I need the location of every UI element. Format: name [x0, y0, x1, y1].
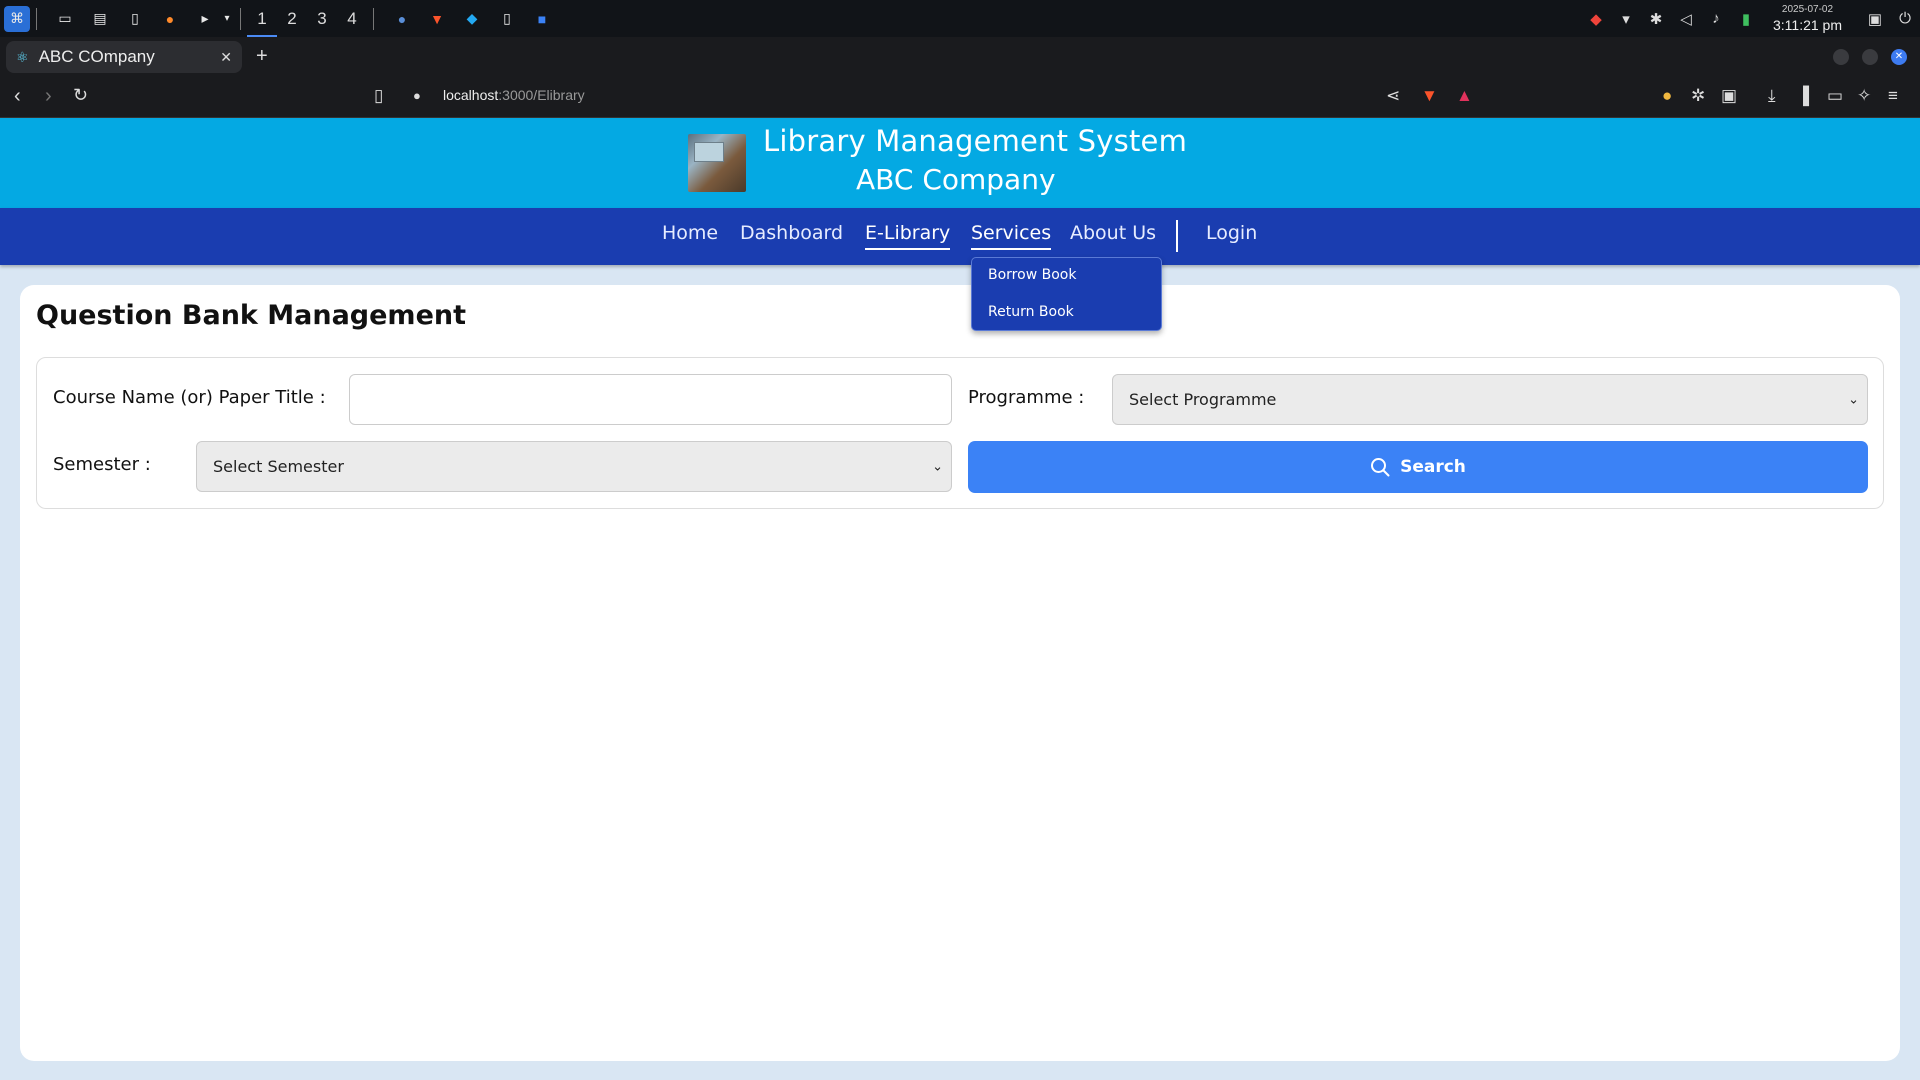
tab-title: ABC COmpany [38, 47, 155, 66]
search-button-label: Search [1400, 457, 1466, 477]
window-app-icon[interactable]: ■ [529, 6, 555, 32]
menu-item-return-book[interactable]: Return Book [988, 304, 1074, 320]
workspace-1[interactable]: 1 [247, 0, 277, 37]
anydesk-icon[interactable]: ◆ [1581, 10, 1611, 28]
volume-muted-icon[interactable]: ◁ [1671, 10, 1701, 28]
file-manager-icon[interactable]: ▤ [87, 6, 113, 32]
close-window-button[interactable]: ✕ [1891, 49, 1907, 65]
search-form: Course Name (or) Paper Title : Programme… [36, 357, 1884, 509]
react-favicon-icon: ⚛ [16, 48, 29, 65]
nav-dashboard[interactable]: Dashboard [740, 222, 843, 248]
url-path: :3000/Elibrary [498, 87, 585, 103]
document-viewer-icon[interactable]: ▯ [122, 6, 148, 32]
terminal-icon[interactable]: ▸ [192, 6, 218, 32]
programme-select[interactable]: Select Programme ⌄ [1112, 374, 1868, 425]
document-viewer-icon[interactable]: ▯ [494, 6, 520, 32]
minimize-window-button[interactable] [1833, 49, 1849, 65]
search-button[interactable]: Search [968, 441, 1868, 493]
share-icon[interactable]: ⋖ [1386, 86, 1400, 106]
wifi-icon[interactable]: ▾ [1611, 10, 1641, 28]
extension-cookie-icon[interactable]: ● [1662, 86, 1672, 106]
bookmark-icon[interactable]: ▯ [374, 86, 383, 106]
programme-selected-value: Select Programme [1129, 390, 1277, 409]
semester-label: Semester : [53, 454, 151, 475]
bluetooth-icon[interactable]: ✱ [1641, 10, 1671, 28]
screenshot-icon[interactable]: ▣ [1721, 86, 1737, 106]
bell-icon[interactable]: ♪ [1701, 10, 1731, 27]
desktop-icon[interactable]: ▭ [52, 6, 78, 32]
browser-tab-strip: ⚛ ABC COmpany ✕ + ✕ [0, 37, 1920, 77]
library-logo [688, 134, 746, 192]
browser-tab[interactable]: ⚛ ABC COmpany ✕ [6, 41, 242, 73]
maximize-window-button[interactable] [1862, 49, 1878, 65]
site-info-icon[interactable]: ● [413, 88, 421, 103]
url-host: localhost [443, 87, 499, 103]
nav-login[interactable]: Login [1206, 222, 1257, 248]
nav-services[interactable]: Services [971, 222, 1052, 250]
programme-label: Programme : [968, 387, 1085, 408]
nav-divider [1176, 220, 1178, 252]
menu-item-borrow-book[interactable]: Borrow Book [988, 267, 1076, 283]
taskbar-separator [240, 7, 241, 30]
site-header: Library Management System ABC Company [0, 118, 1920, 208]
browser-toolbar: ‹ › ↻ ▯ ● localhost:3000/Elibrary ⋖ ▼ ▲ … [0, 77, 1920, 118]
clock-date: 2025-07-02 [1781, 4, 1834, 15]
extensions-icon[interactable]: ✲ [1691, 86, 1705, 106]
chevron-down-icon: ⌄ [1848, 392, 1859, 407]
back-icon[interactable]: ‹ [14, 85, 21, 108]
services-dropdown: Borrow Book Return Book [971, 257, 1162, 331]
course-name-input[interactable] [349, 374, 952, 425]
new-tab-button[interactable]: + [256, 45, 268, 68]
close-tab-icon[interactable]: ✕ [220, 49, 232, 66]
main-navbar: Home Dashboard E-Library Services About … [0, 208, 1920, 265]
forward-icon[interactable]: › [45, 85, 52, 108]
brave-rewards-icon[interactable]: ▲ [1456, 86, 1473, 106]
wallet-icon[interactable]: ▭ [1827, 86, 1843, 106]
app-menu-icon[interactable]: ⌘ [4, 5, 30, 32]
main-card: Question Bank Management Course Name (or… [20, 285, 1900, 1061]
sidebar-icon[interactable]: ▐ [1797, 86, 1809, 106]
reload-icon[interactable]: ↻ [73, 85, 88, 106]
lock-icon[interactable]: ▣ [1860, 10, 1890, 28]
page-title: Question Bank Management [36, 300, 467, 331]
workspace-3[interactable]: 3 [307, 0, 337, 37]
workspace-2[interactable]: 2 [277, 0, 307, 37]
nav-home[interactable]: Home [662, 222, 718, 248]
leo-ai-icon[interactable]: ✧ [1857, 86, 1871, 106]
power-icon[interactable]: ⏻ [1890, 10, 1920, 27]
vscode-icon[interactable]: ◆ [459, 6, 485, 32]
menu-icon[interactable]: ≡ [1888, 86, 1898, 106]
url-field[interactable]: localhost:3000/Elibrary [443, 87, 585, 103]
chevron-down-icon[interactable]: ▾ [220, 6, 234, 32]
nav-about-us[interactable]: About Us [1070, 222, 1156, 248]
download-icon[interactable]: ⤓ [1768, 86, 1776, 106]
taskbar-separator [373, 7, 374, 30]
search-icon [1371, 458, 1390, 477]
os-taskbar: ⌘ ▭ ▤ ▯ ● ▸ ▾ 1 2 3 4 ● ▼ ◆ ▯ ■ ◆ ▾ ✱ ◁ … [0, 0, 1920, 37]
clock[interactable]: 2025-07-02 3:11:21 pm [1772, 4, 1842, 33]
brave-shields-icon[interactable]: ▼ [1421, 86, 1438, 106]
semester-select[interactable]: Select Semester ⌄ [196, 441, 952, 492]
chevron-down-icon: ⌄ [932, 459, 943, 474]
semester-selected-value: Select Semester [213, 457, 344, 476]
nav-e-library[interactable]: E-Library [865, 222, 951, 250]
course-name-label: Course Name (or) Paper Title : [53, 387, 326, 408]
system-tray: ◆ ▾ ✱ ◁ ♪ ▮ 2025-07-02 3:11:21 pm ▣ ⏻ [1581, 0, 1920, 37]
workspace-4[interactable]: 4 [337, 0, 367, 37]
site-title: Library Management System [763, 124, 1188, 158]
web-page: Library Management System ABC Company Ho… [0, 118, 1920, 1080]
clock-time: 3:11:21 pm [1772, 17, 1842, 33]
site-subtitle: ABC Company [856, 163, 1056, 196]
running-app-icon[interactable]: ● [389, 6, 415, 32]
firefox-icon[interactable]: ● [157, 6, 183, 32]
brave-browser-icon[interactable]: ▼ [424, 6, 450, 32]
taskbar-separator [36, 7, 37, 30]
battery-icon[interactable]: ▮ [1731, 10, 1761, 28]
